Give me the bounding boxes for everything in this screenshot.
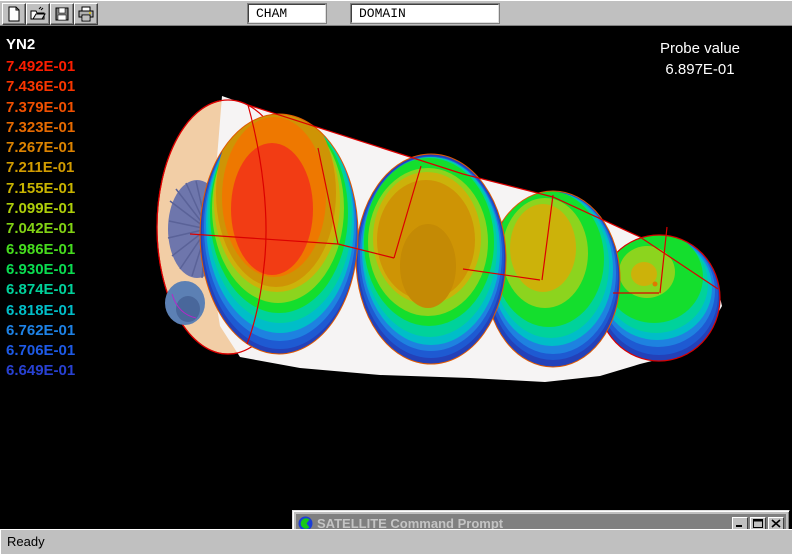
open-button[interactable] [26, 3, 50, 25]
viewport-3d-scene[interactable] [0, 26, 792, 529]
status-text: Ready [7, 534, 45, 549]
contour-disk-3 [486, 191, 620, 367]
application-window: CHAM DOMAIN YN2 7.492E-01 7.436E-01 7.37… [0, 0, 792, 554]
toolbar: CHAM DOMAIN [0, 0, 792, 26]
graphics-viewport: YN2 7.492E-01 7.436E-01 7.379E-01 7.323E… [0, 26, 792, 529]
maximize-icon [753, 519, 763, 528]
status-bar: Ready [0, 529, 792, 554]
contour-disk-2 [356, 154, 506, 364]
printer-icon [78, 6, 94, 22]
inlet-blob [165, 281, 205, 325]
domain-field[interactable]: DOMAIN [351, 4, 499, 23]
new-document-icon [6, 6, 22, 22]
minimize-icon [735, 519, 745, 528]
cham-field[interactable]: CHAM [248, 4, 326, 23]
new-button[interactable] [2, 3, 26, 25]
open-folder-icon [30, 6, 46, 22]
save-floppy-icon [54, 6, 70, 22]
save-button[interactable] [50, 3, 74, 25]
close-icon [771, 519, 781, 528]
print-button[interactable] [74, 3, 98, 25]
